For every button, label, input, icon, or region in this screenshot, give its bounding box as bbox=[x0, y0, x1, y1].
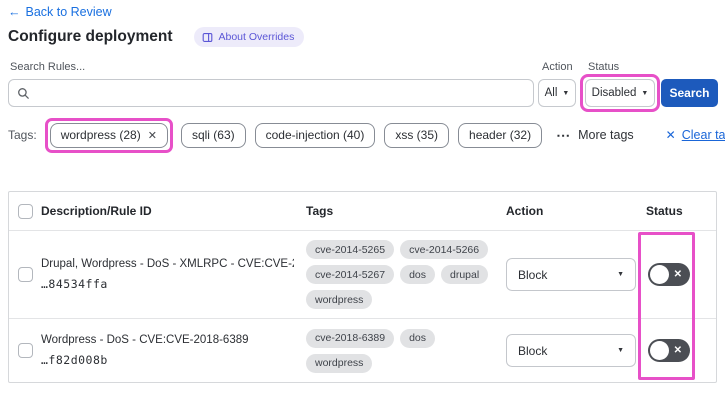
highlight-annotation-status-filter: Disabled ▼ bbox=[580, 74, 660, 112]
action-filter-label: Action bbox=[542, 61, 573, 73]
column-header-status: Status bbox=[646, 204, 683, 218]
tag-filter-list: sqli (63) code-injection (40) xss (35) h… bbox=[180, 122, 543, 148]
rules-table: Description/Rule ID Tags Action Status D… bbox=[8, 191, 717, 383]
column-header-tags: Tags bbox=[306, 204, 334, 218]
back-link-label: Back to Review bbox=[25, 5, 112, 19]
rule-tag-pill: wordpress bbox=[306, 353, 373, 373]
tag-filter-chip[interactable]: sqli (63) bbox=[180, 122, 246, 148]
toggle-knob bbox=[650, 341, 669, 360]
back-to-review-link[interactable]: ← Back to Review bbox=[8, 5, 112, 19]
rule-tag-pill: cve-2014-5267 bbox=[306, 265, 395, 284]
tag-filter-chip[interactable]: header (32) bbox=[458, 122, 543, 148]
action-dropdown[interactable]: Block ▼ bbox=[506, 258, 636, 291]
search-rules-input[interactable] bbox=[36, 86, 533, 100]
select-all-checkbox[interactable] bbox=[17, 203, 33, 219]
search-rules-label: Search Rules... bbox=[10, 61, 86, 73]
clear-icon: ✕ bbox=[665, 128, 676, 142]
tag-filter-chip-label: code-injection (40) bbox=[265, 128, 365, 142]
chevron-down-icon: ▼ bbox=[562, 89, 570, 97]
status-filter-label: Status bbox=[588, 61, 620, 73]
tag-chip-wordpress-selected[interactable]: wordpress (28) ✕ bbox=[49, 122, 168, 148]
clear-tags-link[interactable]: ✕ Clear tags bbox=[666, 128, 725, 142]
status-toggle[interactable]: ✕ bbox=[648, 339, 690, 362]
row-checkbox[interactable] bbox=[17, 267, 33, 282]
action-value: Block bbox=[518, 267, 548, 282]
rule-tag-pill: wordpress bbox=[306, 290, 373, 309]
about-overrides-label: About Overrides bbox=[218, 31, 295, 43]
status-filter-dropdown[interactable]: Disabled ▼ bbox=[585, 79, 655, 107]
more-tags-label: More tags bbox=[578, 128, 634, 142]
chevron-down-icon: ▼ bbox=[641, 89, 649, 97]
tags-bar: Tags: wordpress (28) ✕ sqli (63) code-in… bbox=[8, 117, 725, 153]
tag-filter-chip-label: header (32) bbox=[469, 128, 532, 142]
ellipsis-icon: ⋯ bbox=[556, 126, 572, 143]
tag-filter-chip[interactable]: code-injection (40) bbox=[254, 122, 376, 148]
search-icon bbox=[18, 87, 29, 99]
more-tags-button[interactable]: ⋯ More tags bbox=[556, 127, 634, 144]
back-arrow-icon: ← bbox=[8, 5, 21, 19]
rule-tag-pill: dos bbox=[400, 328, 435, 348]
rule-description: Wordpress - DoS - CVE:CVE-2018-6389 bbox=[41, 334, 249, 346]
rule-tag-pill: drupal bbox=[441, 265, 489, 284]
action-filter-dropdown[interactable]: All ▼ bbox=[538, 79, 576, 107]
clear-tags-label: Clear tags bbox=[681, 128, 725, 142]
tag-filter-chip-label: xss (35) bbox=[395, 128, 439, 142]
about-overrides-badge[interactable]: About Overrides bbox=[194, 27, 305, 47]
search-button[interactable]: Search bbox=[661, 79, 718, 107]
toggle-off-icon: ✕ bbox=[673, 344, 682, 356]
action-value: Block bbox=[518, 343, 548, 358]
search-rules-box bbox=[8, 79, 534, 107]
rule-tag-pill: dos bbox=[400, 265, 435, 284]
toggle-off-icon: ✕ bbox=[673, 268, 682, 280]
column-header-action: Action bbox=[506, 204, 544, 218]
tag-filter-chip-label: sqli (63) bbox=[191, 128, 235, 142]
row-checkbox[interactable] bbox=[17, 343, 33, 358]
highlight-annotation-selected-tag: wordpress (28) ✕ bbox=[44, 117, 173, 153]
table-row: Drupal, Wordpress - DoS - XMLRPC - CVE:C… bbox=[9, 230, 716, 318]
rule-tags: cve-2018-6389 dos wordpress bbox=[306, 328, 506, 373]
chevron-down-icon: ▼ bbox=[617, 347, 624, 354]
rule-tag-pill: cve-2018-6389 bbox=[306, 328, 395, 348]
rules-table-body: Drupal, Wordpress - DoS - XMLRPC - CVE:C… bbox=[9, 230, 716, 382]
tag-filter-chip[interactable]: xss (35) bbox=[384, 122, 450, 148]
selected-tag-label: wordpress (28) bbox=[60, 128, 141, 142]
document-icon bbox=[203, 32, 213, 42]
rule-tags: cve-2014-5265 cve-2014-5266 cve-2014-5267 d… bbox=[306, 240, 506, 309]
status-toggle[interactable]: ✕ bbox=[648, 263, 690, 286]
title-row: Configure deployment About Overrides bbox=[8, 27, 305, 47]
rule-tag-pill: cve-2014-5266 bbox=[400, 240, 489, 259]
chevron-down-icon: ▼ bbox=[617, 271, 624, 278]
toggle-knob bbox=[650, 265, 669, 284]
table-row: Wordpress - DoS - CVE:CVE-2018-6389 …f82… bbox=[9, 318, 716, 382]
column-header-description: Description/Rule ID bbox=[41, 204, 152, 218]
page-title: Configure deployment bbox=[8, 28, 173, 45]
status-filter-value: Disabled bbox=[591, 87, 637, 99]
tags-bar-label: Tags: bbox=[8, 128, 37, 142]
action-dropdown[interactable]: Block ▼ bbox=[506, 334, 636, 367]
rules-table-header: Description/Rule ID Tags Action Status bbox=[9, 192, 716, 230]
rule-description: Drupal, Wordpress - DoS - XMLRPC - CVE:C… bbox=[41, 258, 294, 270]
action-filter-value: All bbox=[544, 87, 558, 99]
rule-tag-pill: cve-2014-5265 bbox=[306, 240, 395, 259]
rule-id: …84534ffa bbox=[41, 277, 108, 291]
rule-id: …f82d008b bbox=[41, 353, 108, 367]
remove-tag-icon[interactable]: ✕ bbox=[148, 129, 157, 142]
